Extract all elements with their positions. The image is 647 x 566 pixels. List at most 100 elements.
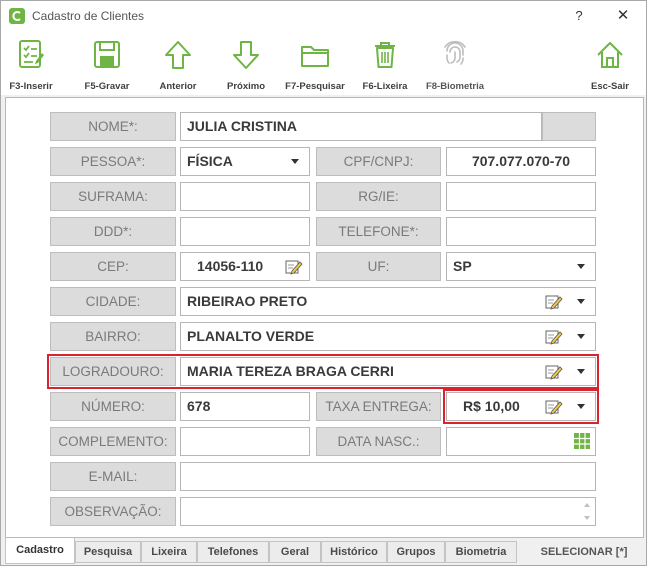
tab-pesquisa[interactable]: Pesquisa <box>75 541 141 563</box>
chevron-down-icon[interactable] <box>291 159 299 164</box>
cpf-label: CPF/CNPJ: <box>316 147 441 176</box>
telefone-label: TELEFONE*: <box>316 217 441 246</box>
nasc-input[interactable] <box>446 427 596 456</box>
lookup-edit-icon[interactable] <box>545 363 563 380</box>
pessoa-value: FÍSICA <box>187 153 233 169</box>
chevron-down-icon[interactable] <box>577 264 585 269</box>
pessoa-label: PESSOA*: <box>50 147 176 176</box>
tab-geral[interactable]: Geral <box>269 541 321 563</box>
pessoa-select[interactable]: FÍSICA <box>180 147 310 176</box>
bairro-select[interactable]: PLANALTO VERDE <box>180 322 596 351</box>
lookup-edit-icon[interactable] <box>545 328 563 345</box>
obs-label: OBSERVAÇÃO: <box>50 497 176 526</box>
trash-icon <box>375 42 395 68</box>
obs-textarea[interactable] <box>180 497 596 526</box>
folder-icon <box>301 46 329 67</box>
scroll-up-icon[interactable] <box>584 503 590 507</box>
cep-value: 14056-110 <box>197 258 264 274</box>
next-label: Próximo <box>226 81 265 92</box>
floppy-icon <box>94 41 120 68</box>
tab-cadastro[interactable]: Cadastro <box>5 538 75 564</box>
tab-grupos[interactable]: Grupos <box>387 541 445 563</box>
tab-historico[interactable]: Histórico <box>321 541 387 563</box>
exit-label: Esc-Sair <box>590 81 630 92</box>
home-icon <box>597 42 623 68</box>
cidade-label: CIDADE: <box>50 287 176 316</box>
numero-label: NÚMERO: <box>50 392 176 421</box>
bairro-value: PLANALTO VERDE <box>187 328 315 344</box>
lookup-edit-icon[interactable] <box>545 293 563 310</box>
nome-label: NOME*: <box>50 112 176 141</box>
save-label: F5-Gravar <box>84 81 130 92</box>
logradouro-label: LOGRADOURO: <box>50 357 176 386</box>
suframa-input[interactable] <box>180 182 310 211</box>
email-input[interactable] <box>180 462 596 491</box>
scroll-down-icon[interactable] <box>584 516 590 520</box>
help-button[interactable]: ? <box>569 6 589 26</box>
uf-value: SP <box>453 258 472 274</box>
nome-aux-box <box>542 112 596 141</box>
rg-label: RG/IE: <box>316 182 441 211</box>
previous-button[interactable]: Anterior <box>153 37 203 95</box>
nasc-label: DATA NASC.: <box>316 427 441 456</box>
rg-input[interactable] <box>446 182 596 211</box>
lookup-edit-icon[interactable] <box>545 398 563 415</box>
tab-lixeira[interactable]: Lixeira <box>141 541 197 563</box>
complemento-label: COMPLEMENTO: <box>50 427 176 456</box>
chevron-down-icon[interactable] <box>577 369 585 374</box>
complemento-input[interactable] <box>180 427 310 456</box>
arrow-down-icon <box>233 41 259 69</box>
insert-button[interactable]: F3-Inserir <box>9 37 53 95</box>
select-button[interactable]: SELECIONAR [*] <box>524 541 644 563</box>
calendar-icon[interactable] <box>573 432 591 450</box>
logradouro-value: MARIA TEREZA BRAGA CERRI <box>187 363 394 379</box>
app-icon <box>9 8 25 24</box>
chevron-down-icon[interactable] <box>577 299 585 304</box>
taxa-value: R$ 10,00 <box>463 398 520 414</box>
biometry-label: F8-Biometria <box>425 81 485 92</box>
numero-input[interactable]: 678 <box>180 392 310 421</box>
tab-biometria[interactable]: Biometria <box>445 541 517 563</box>
checklist-icon <box>19 40 44 68</box>
tab-telefones[interactable]: Telefones <box>197 541 269 563</box>
lookup-edit-icon[interactable] <box>285 258 303 275</box>
biometry-button[interactable]: F8-Biometria <box>422 37 488 95</box>
chevron-down-icon[interactable] <box>577 404 585 409</box>
nome-input[interactable]: JULIA CRISTINA <box>180 112 542 141</box>
logradouro-select[interactable]: MARIA TEREZA BRAGA CERRI <box>180 357 596 386</box>
tab-bar: Cadastro Pesquisa Lixeira Telefones Gera… <box>5 538 644 564</box>
toolbar: F3-Inserir F5-Gravar Anterior Próximo F7… <box>1 31 646 95</box>
close-button[interactable]: ✕ <box>608 4 638 28</box>
save-button[interactable]: F5-Gravar <box>81 37 133 95</box>
arrow-up-icon <box>165 41 191 69</box>
ddd-label: DDD*: <box>50 217 176 246</box>
telefone-input[interactable] <box>446 217 596 246</box>
exit-button[interactable]: Esc-Sair <box>585 37 635 95</box>
window-title: Cadastro de Clientes <box>32 9 145 23</box>
chevron-down-icon[interactable] <box>577 334 585 339</box>
suframa-label: SUFRAMA: <box>50 182 176 211</box>
cidade-select[interactable]: RIBEIRAO PRETO <box>180 287 596 316</box>
title-bar: Cadastro de Clientes ? ✕ <box>1 1 646 31</box>
bairro-label: BAIRRO: <box>50 322 176 351</box>
email-label: E-MAIL: <box>50 462 176 491</box>
insert-label: F3-Inserir <box>9 81 53 92</box>
fingerprint-icon <box>444 40 466 65</box>
taxa-label: TAXA ENTREGA: <box>316 392 441 421</box>
cidade-value: RIBEIRAO PRETO <box>187 293 308 309</box>
uf-label: UF: <box>316 252 441 281</box>
uf-select[interactable]: SP <box>446 252 596 281</box>
trash-label: F6-Lixeira <box>362 81 408 92</box>
search-button[interactable]: F7-Pesquisar <box>284 37 346 95</box>
cep-input[interactable]: 14056-110 <box>180 252 310 281</box>
client-register-window: Cadastro de Clientes ? ✕ F3-Inserir F5-G… <box>0 0 647 566</box>
taxa-select[interactable]: R$ 10,00 <box>446 392 596 421</box>
previous-label: Anterior <box>159 81 197 92</box>
cep-label: CEP: <box>50 252 176 281</box>
next-button[interactable]: Próximo <box>221 37 271 95</box>
ddd-input[interactable] <box>180 217 310 246</box>
trash-button[interactable]: F6-Lixeira <box>359 37 411 95</box>
search-label: F7-Pesquisar <box>285 81 345 92</box>
cpf-input[interactable]: 707.077.070-70 <box>446 147 596 176</box>
form-panel: NOME*: JULIA CRISTINA PESSOA*: FÍSICA CP… <box>5 97 644 538</box>
